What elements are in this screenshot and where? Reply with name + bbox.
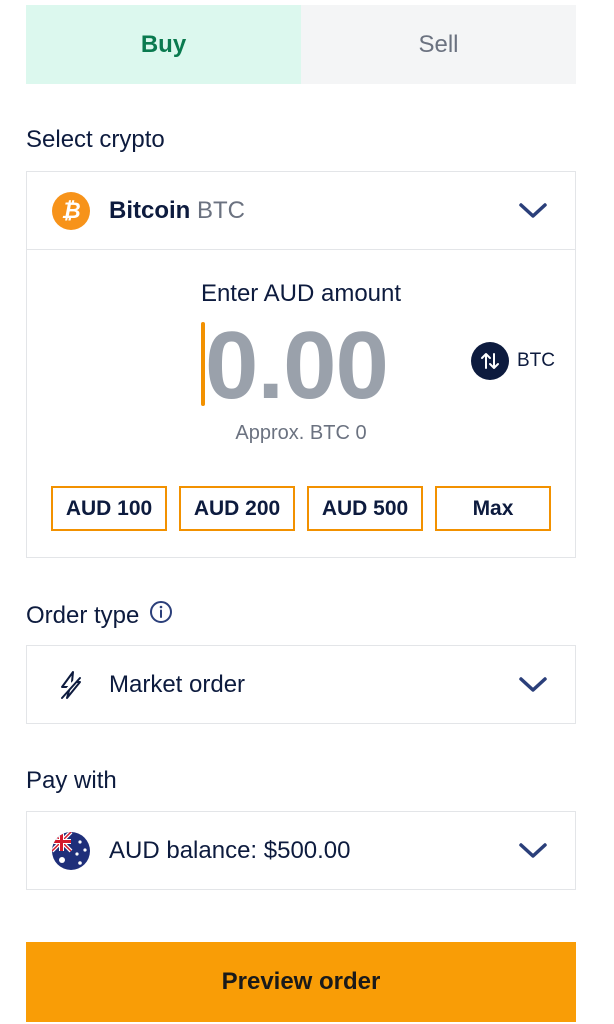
pay-with-label: Pay with xyxy=(26,767,117,795)
tab-buy[interactable]: Buy xyxy=(26,5,301,84)
bitcoin-icon: ₿ xyxy=(51,191,91,231)
chevron-down-icon xyxy=(515,193,551,229)
order-type-label: Order type xyxy=(26,600,173,631)
tab-sell[interactable]: Sell xyxy=(301,5,576,84)
info-icon[interactable] xyxy=(149,600,173,631)
quick-amount-100-button[interactable]: AUD 100 xyxy=(51,486,167,531)
quick-amount-options: AUD 100 AUD 200 AUD 500 Max xyxy=(51,486,551,531)
buy-sell-tabs: Buy Sell xyxy=(26,5,576,84)
preview-order-button[interactable]: Preview order xyxy=(26,942,576,1022)
chevron-down-icon xyxy=(515,833,551,869)
enter-amount-label: Enter AUD amount xyxy=(200,280,402,307)
select-crypto-label-text: Select crypto xyxy=(26,126,165,153)
currency-toggle-label: BTC xyxy=(517,350,555,371)
swap-icon xyxy=(471,342,509,380)
payment-method-value: AUD balance: $500.00 xyxy=(109,836,351,864)
order-type-selector[interactable]: Market order xyxy=(26,645,576,724)
amount-area: Enter AUD amount 0.00 BTC Approx. BTC 0 … xyxy=(27,249,575,557)
crypto-selector-text: Bitcoin BTC xyxy=(109,197,515,225)
crypto-symbol: BTC xyxy=(197,196,245,224)
chevron-down-icon xyxy=(515,667,551,703)
australia-flag-icon xyxy=(51,831,91,871)
quick-amount-500-button[interactable]: AUD 500 xyxy=(307,486,423,531)
crypto-name: Bitcoin xyxy=(109,196,191,224)
quick-amount-200-button[interactable]: AUD 200 xyxy=(179,486,295,531)
crypto-amount-card: ₿ Bitcoin BTC Enter AUD amount 0.00 BTC … xyxy=(26,171,576,558)
payment-method-selector[interactable]: AUD balance: $500.00 xyxy=(26,811,576,890)
crypto-selector[interactable]: ₿ Bitcoin BTC xyxy=(27,172,575,249)
currency-toggle[interactable]: BTC xyxy=(471,342,555,380)
quick-amount-max-button[interactable]: Max xyxy=(435,486,551,531)
select-crypto-label: Select crypto xyxy=(26,126,165,154)
order-type-value: Market order xyxy=(109,670,246,698)
lightning-icon xyxy=(51,665,91,705)
pay-with-label-text: Pay with xyxy=(26,767,117,794)
amount-input[interactable]: 0.00 xyxy=(205,316,389,416)
order-type-label-text: Order type xyxy=(26,601,140,629)
approx-conversion: Approx. BTC 0 xyxy=(235,422,367,444)
